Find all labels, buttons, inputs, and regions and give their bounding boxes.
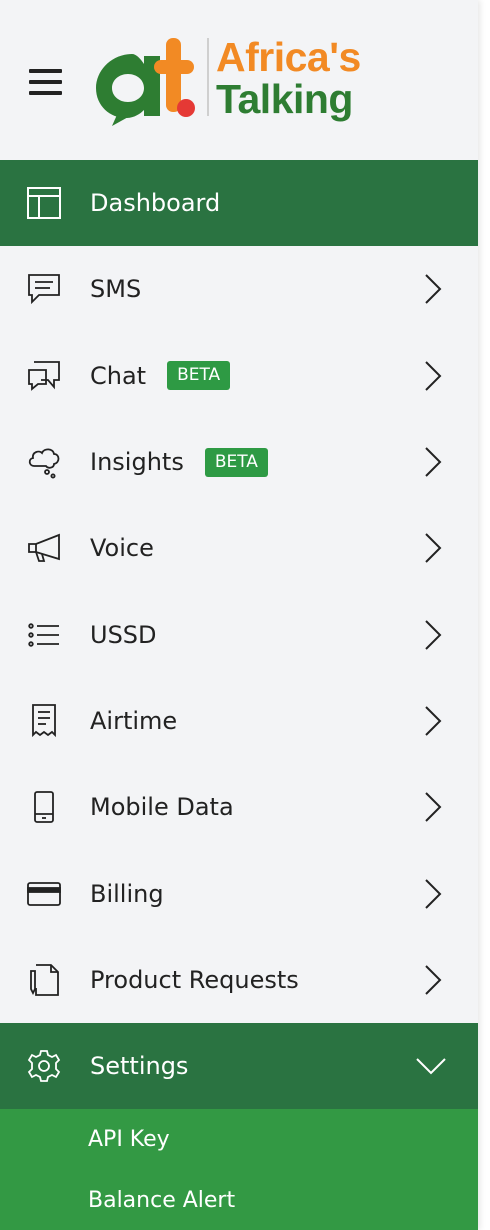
submenu-item-api-key[interactable]: API Key bbox=[0, 1109, 478, 1170]
nav-item-dashboard[interactable]: Dashboard bbox=[0, 160, 478, 247]
sidebar-header: Africa's Talking bbox=[0, 0, 478, 160]
nav-label: Insights BETA bbox=[90, 447, 268, 477]
nav-item-billing[interactable]: Billing bbox=[0, 850, 478, 936]
logo-mark-icon bbox=[96, 38, 195, 126]
main-nav: Dashboard SMS Chat BETA Insights BETA Vo… bbox=[0, 160, 478, 1230]
chevron-right-icon bbox=[422, 445, 444, 479]
nav-item-voice[interactable]: Voice bbox=[0, 505, 478, 591]
gear-icon bbox=[26, 1048, 62, 1084]
chevron-right-icon bbox=[422, 790, 444, 824]
nav-label: Billing bbox=[90, 879, 164, 908]
nav-label: SMS bbox=[90, 275, 142, 304]
logo-divider bbox=[207, 38, 209, 116]
message-icon bbox=[26, 271, 62, 307]
submenu-item-balance-alert[interactable]: Balance Alert bbox=[0, 1170, 478, 1230]
nav-label: Chat BETA bbox=[90, 361, 231, 391]
nav-item-mobile-data[interactable]: Mobile Data bbox=[0, 764, 478, 850]
chat-icon bbox=[26, 358, 62, 394]
logo-text-africas: Africa's bbox=[216, 34, 361, 80]
nav-label: Mobile Data bbox=[90, 793, 234, 822]
nav-item-product-requests[interactable]: Product Requests bbox=[0, 937, 478, 1023]
nav-label-text: Insights bbox=[90, 448, 184, 477]
layout-icon bbox=[26, 185, 62, 221]
settings-submenu: API Key Balance Alert bbox=[0, 1109, 478, 1230]
chevron-right-icon bbox=[422, 531, 444, 565]
chevron-down-icon bbox=[414, 1055, 448, 1077]
chevron-right-icon bbox=[422, 877, 444, 911]
nav-item-settings[interactable]: Settings bbox=[0, 1022, 478, 1110]
nav-label-text: Chat bbox=[90, 361, 147, 390]
beta-badge: BETA bbox=[204, 447, 268, 477]
logo-text-talking: Talking bbox=[216, 76, 353, 122]
thought-cloud-icon bbox=[26, 444, 62, 480]
chevron-right-icon bbox=[422, 272, 444, 306]
sidebar: Africa's Talking Dashboard SMS Chat BETA bbox=[0, 0, 478, 1230]
nav-label: USSD bbox=[90, 620, 157, 649]
nav-label: Product Requests bbox=[90, 965, 299, 994]
africas-talking-logo[interactable]: Africa's Talking bbox=[92, 30, 382, 130]
chevron-right-icon bbox=[422, 618, 444, 652]
chevron-right-icon bbox=[422, 963, 444, 997]
nav-label: Voice bbox=[90, 534, 154, 563]
megaphone-icon bbox=[26, 530, 62, 566]
beta-badge: BETA bbox=[167, 361, 231, 391]
nav-label: Dashboard bbox=[90, 189, 221, 218]
receipt-icon bbox=[26, 703, 62, 739]
document-pen-icon bbox=[26, 962, 62, 998]
chevron-right-icon bbox=[422, 704, 444, 738]
nav-label: Settings bbox=[90, 1052, 189, 1081]
nav-item-ussd[interactable]: USSD bbox=[0, 591, 478, 677]
nav-item-chat[interactable]: Chat BETA bbox=[0, 333, 478, 419]
nav-item-insights[interactable]: Insights BETA bbox=[0, 419, 478, 505]
card-icon bbox=[26, 876, 62, 912]
hamburger-menu-icon[interactable] bbox=[29, 69, 62, 95]
chevron-right-icon bbox=[422, 359, 444, 393]
nav-label: Airtime bbox=[90, 706, 178, 735]
list-icon bbox=[26, 617, 62, 653]
phone-icon bbox=[26, 789, 62, 825]
nav-item-airtime[interactable]: Airtime bbox=[0, 678, 478, 764]
nav-item-sms[interactable]: SMS bbox=[0, 246, 478, 332]
